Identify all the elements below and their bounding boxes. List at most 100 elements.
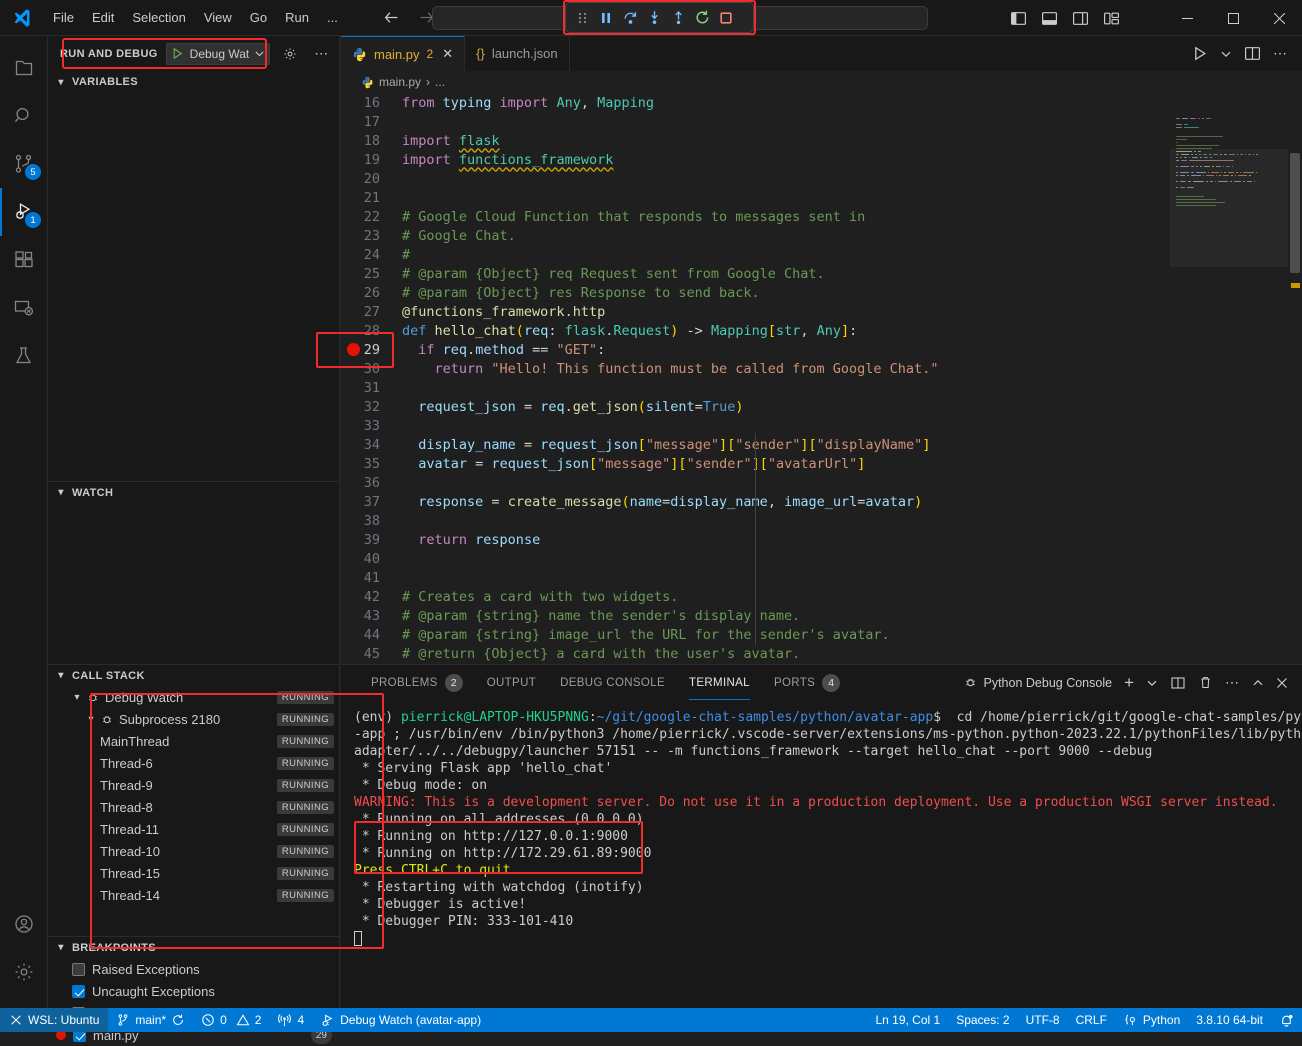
call-stack-session-debug-watch[interactable]: ▾ Debug Watch RUNNING: [48, 686, 340, 708]
sidebar-item-search[interactable]: [0, 92, 48, 140]
code-line[interactable]: 32 request_json = req.get_json(silent=Tr…: [341, 397, 1302, 416]
tab-debug-console[interactable]: DEBUG CONSOLE: [548, 665, 677, 700]
code-line[interactable]: 22# Google Cloud Function that responds …: [341, 207, 1302, 226]
active-terminal-name[interactable]: Python Debug Console: [963, 675, 1113, 690]
scrollbar-thumb[interactable]: [1290, 153, 1300, 273]
status-remote-indicator[interactable]: WSL: Ubuntu: [0, 1008, 108, 1032]
stop-button[interactable]: [714, 6, 738, 30]
code-line[interactable]: 17: [341, 112, 1302, 131]
minimap-slider[interactable]: [1170, 149, 1288, 267]
code-line[interactable]: 19import functions_framework: [341, 150, 1302, 169]
split-editor-icon[interactable]: [1244, 45, 1261, 62]
code-line[interactable]: 21: [341, 188, 1302, 207]
status-git-branch[interactable]: main*: [108, 1008, 193, 1032]
step-out-button[interactable]: [666, 6, 690, 30]
code-line[interactable]: 43# @param {string} name the sender's di…: [341, 606, 1302, 625]
step-over-button[interactable]: [618, 6, 642, 30]
code-line[interactable]: 33: [341, 416, 1302, 435]
code-line[interactable]: 20: [341, 169, 1302, 188]
tab-main-py[interactable]: main.py 2 ✕: [341, 36, 465, 71]
step-into-button[interactable]: [642, 6, 666, 30]
chevron-down-icon[interactable]: ▾: [70, 692, 84, 703]
status-encoding[interactable]: UTF-8: [1018, 1008, 1068, 1032]
code-line[interactable]: 40: [341, 549, 1302, 568]
call-stack-thread[interactable]: Thread-8 RUNNING: [48, 796, 340, 818]
go-back-icon[interactable]: [383, 9, 400, 26]
code-line[interactable]: 30 return "Hello! This function must be …: [341, 359, 1302, 378]
editor-scrollbar[interactable]: [1288, 93, 1302, 664]
status-eol[interactable]: CRLF: [1068, 1008, 1115, 1032]
minimap[interactable]: [1170, 93, 1288, 664]
call-stack-thread[interactable]: Thread-15 RUNNING: [48, 862, 340, 884]
status-problems[interactable]: 0 2: [193, 1008, 269, 1032]
code-line[interactable]: 29 if req.method == "GET":: [341, 340, 1302, 359]
code-line[interactable]: 23# Google Chat.: [341, 226, 1302, 245]
run-python-file-icon[interactable]: [1191, 45, 1208, 62]
sync-icon[interactable]: [171, 1013, 185, 1027]
section-watch[interactable]: ▾ WATCH: [48, 481, 340, 503]
menu-run[interactable]: Run: [276, 7, 318, 28]
menu-go[interactable]: Go: [241, 7, 276, 28]
start-debugging-icon[interactable]: [170, 46, 185, 61]
code-line[interactable]: 24#: [341, 245, 1302, 264]
maximize-button[interactable]: [1210, 0, 1256, 36]
status-debug-session[interactable]: Debug Watch (avatar-app): [312, 1008, 489, 1032]
debug-toolbar-drag-handle[interactable]: [570, 6, 594, 30]
call-stack-thread[interactable]: MainThread RUNNING: [48, 730, 340, 752]
code-line[interactable]: 28def hello_chat(req: flask.Request) -> …: [341, 321, 1302, 340]
code-line[interactable]: 31: [341, 378, 1302, 397]
code-line[interactable]: 16from typing import Any, Mapping: [341, 93, 1302, 112]
breadcrumb-file[interactable]: main.py: [379, 75, 421, 89]
menu-file[interactable]: File: [44, 7, 83, 28]
tab-output[interactable]: OUTPUT: [475, 665, 548, 700]
call-stack-thread[interactable]: Thread-11 RUNNING: [48, 818, 340, 840]
sidebar-item-explorer[interactable]: [0, 44, 48, 92]
open-launch-json-gear-icon[interactable]: [282, 46, 298, 62]
chevron-down-icon[interactable]: ▾: [84, 714, 98, 725]
code-line[interactable]: 38: [341, 511, 1302, 530]
call-stack-subprocess[interactable]: ▾ Subprocess 2180 RUNNING: [48, 708, 340, 730]
chevron-down-icon[interactable]: [254, 48, 265, 59]
code-editor[interactable]: 16from typing import Any, Mapping1718imp…: [341, 93, 1302, 664]
code-line[interactable]: 25# @param {Object} req Request sent fro…: [341, 264, 1302, 283]
tab-terminal[interactable]: TERMINAL: [677, 665, 762, 700]
checkbox[interactable]: [72, 963, 85, 976]
call-stack-thread[interactable]: Thread-6 RUNNING: [48, 752, 340, 774]
chevron-down-icon[interactable]: [1220, 48, 1232, 60]
accounts-button[interactable]: [0, 900, 48, 948]
restart-button[interactable]: [690, 6, 714, 30]
panel-more-actions-icon[interactable]: ⋯: [1225, 674, 1240, 691]
editor-breakpoint-dot-icon[interactable]: [347, 343, 360, 356]
manage-settings-button[interactable]: [0, 948, 48, 996]
chevron-up-icon[interactable]: [1252, 677, 1264, 689]
breadcrumb[interactable]: main.py › ...: [341, 71, 1302, 93]
code-line[interactable]: 41: [341, 568, 1302, 587]
code-line[interactable]: 35 avatar = request_json["message"]["sen…: [341, 454, 1302, 473]
split-terminal-icon[interactable]: [1170, 675, 1186, 691]
tab-launch-json[interactable]: {} launch.json: [465, 36, 569, 71]
kill-terminal-trash-icon[interactable]: [1198, 675, 1213, 690]
minimize-button[interactable]: [1164, 0, 1210, 36]
sidebar-item-remote-explorer[interactable]: [0, 284, 48, 332]
code-line[interactable]: 42# Creates a card with two widgets.: [341, 587, 1302, 606]
code-line[interactable]: 39 return response: [341, 530, 1302, 549]
code-line[interactable]: 34 display_name = request_json["message"…: [341, 435, 1302, 454]
customize-layout-icon[interactable]: [1103, 10, 1120, 27]
more-actions-icon[interactable]: ⋯: [1273, 45, 1288, 62]
sidebar-item-testing[interactable]: [0, 332, 48, 380]
code-lines[interactable]: 16from typing import Any, Mapping1718imp…: [341, 93, 1302, 663]
sidebar-item-run-and-debug[interactable]: 1: [0, 188, 48, 236]
section-call-stack[interactable]: ▾ CALL STACK: [48, 664, 340, 686]
menu-more[interactable]: ...: [318, 7, 347, 28]
code-line[interactable]: 44# @param {string} image_url the URL fo…: [341, 625, 1302, 644]
sidebar-item-source-control[interactable]: 5: [0, 140, 48, 188]
pause-button[interactable]: [594, 6, 618, 30]
new-terminal-icon[interactable]: +: [1124, 676, 1134, 689]
menu-selection[interactable]: Selection: [123, 7, 194, 28]
code-line[interactable]: 27@functions_framework.http: [341, 302, 1302, 321]
call-stack-thread[interactable]: Thread-14 RUNNING: [48, 884, 340, 906]
status-notifications[interactable]: [1271, 1008, 1302, 1032]
menu-edit[interactable]: Edit: [83, 7, 123, 28]
status-indentation[interactable]: Spaces: 2: [948, 1008, 1017, 1032]
launch-configuration-dropdown[interactable]: Debug Wat: [166, 43, 271, 65]
